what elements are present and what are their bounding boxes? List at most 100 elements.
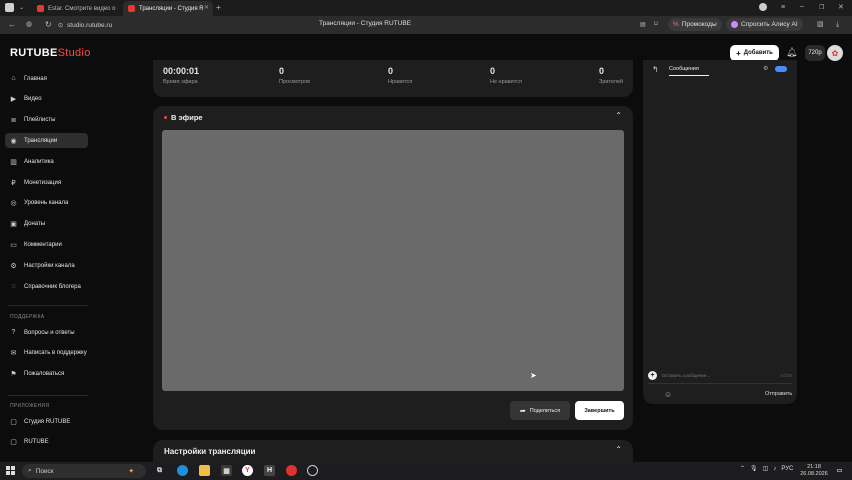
alice-button[interactable]: Спросить Алису AI bbox=[726, 18, 803, 31]
volume-icon[interactable]: ♪ bbox=[773, 466, 776, 472]
download-icon[interactable]: ⤓ bbox=[836, 20, 839, 30]
bookmark-icon[interactable]: ⌑ bbox=[654, 20, 658, 30]
edge-icon[interactable] bbox=[177, 465, 188, 476]
extension-icon[interactable] bbox=[759, 3, 767, 11]
chevron-up-icon[interactable]: ⌃ bbox=[740, 465, 745, 472]
tab-estar[interactable]: Estar. Смотрите видео о bbox=[32, 1, 120, 16]
close-tab-icon[interactable]: ✕ bbox=[204, 4, 209, 11]
support-heading: ПОДДЕРЖКА bbox=[10, 314, 45, 320]
sidebar-item-label: Студия RUTUBE bbox=[24, 418, 71, 425]
promo-button[interactable]: % Промокоды bbox=[668, 18, 722, 31]
collections-icon[interactable]: ▧ bbox=[817, 20, 824, 30]
sidebar-item-video[interactable]: ▶ Видео bbox=[5, 92, 88, 107]
url-field[interactable]: ⊙ studio.rutube.ru bbox=[58, 19, 288, 31]
sidebar-item-monetization[interactable]: ₽ Монетизация bbox=[5, 175, 88, 190]
sidebar-item-guide[interactable]: ◌ Справочник блогера bbox=[5, 279, 88, 294]
reload-icon[interactable]: ↻ bbox=[45, 20, 52, 30]
menu-icon[interactable]: ≡ bbox=[781, 3, 785, 13]
sidebar-item-label: Справочник блогера bbox=[24, 283, 81, 290]
notifications-icon[interactable]: ▭ bbox=[834, 465, 845, 476]
file-explorer-icon[interactable] bbox=[199, 465, 210, 476]
browser-address-bar: ← ◍ ↻ ⊙ studio.rutube.ru Трансляции - Ст… bbox=[0, 16, 852, 34]
obs-icon[interactable] bbox=[307, 465, 318, 476]
live-indicator-icon bbox=[164, 116, 167, 119]
mouse-cursor-icon: ➤ bbox=[530, 371, 537, 380]
sidebar-item-broadcast[interactable]: ◉ Трансляции bbox=[5, 133, 88, 149]
language-indicator[interactable]: РУС bbox=[781, 466, 793, 472]
rutube-studio-logo[interactable]: RUTUBEStudio bbox=[10, 47, 91, 59]
share-button[interactable]: ➦ Поделиться bbox=[510, 401, 570, 420]
home-button-icon[interactable]: ◍ bbox=[26, 20, 32, 30]
video-player[interactable] bbox=[162, 130, 624, 391]
chat-toggle[interactable] bbox=[775, 66, 787, 72]
clock[interactable]: 21:18 26.08.2026 bbox=[800, 464, 828, 478]
sidebar-item-mail[interactable]: ✉ Написать в поддержку bbox=[5, 346, 88, 361]
plus-icon: + bbox=[736, 48, 741, 58]
reader-icon[interactable]: ▤ bbox=[640, 20, 646, 30]
browser-profile-icon[interactable] bbox=[5, 3, 14, 12]
restore-icon[interactable]: ❐ bbox=[819, 3, 824, 13]
chat-char-count: 0/200 bbox=[780, 373, 792, 378]
sidebar-item-donate[interactable]: ▣ Донаты bbox=[5, 217, 88, 232]
chat-panel: ↰ Сообщения ⚙ + Оставить сообщение... 0/… bbox=[643, 60, 797, 404]
tab-broadcasts[interactable]: Трансляции - Студия R ✕ bbox=[123, 1, 213, 16]
send-button[interactable]: Отправить bbox=[765, 391, 792, 397]
guide-icon: ◌ bbox=[11, 283, 16, 290]
avatar[interactable]: ✿ bbox=[827, 45, 843, 61]
sidebar-item-level[interactable]: ◎ Уровень канала bbox=[5, 196, 88, 211]
video-icon: ▶ bbox=[10, 96, 17, 104]
sidebar-item-label: Написать в поддержку bbox=[24, 350, 87, 357]
analytics-icon: ▥ bbox=[10, 158, 17, 166]
tab-list-icon[interactable]: ⌄ bbox=[19, 3, 24, 13]
sidebar-item-studio-app[interactable]: ▢ Студия RUTUBE bbox=[5, 414, 88, 429]
quality-badge[interactable]: 720p bbox=[805, 45, 825, 61]
microphone-icon[interactable]: 🎙︎ bbox=[750, 465, 758, 472]
sidebar-item-home[interactable]: ⌂ Главная bbox=[5, 71, 88, 86]
camera-icon[interactable]: ◫ bbox=[763, 465, 769, 472]
h-app-icon[interactable]: H bbox=[264, 465, 275, 476]
stat-views: 0 Просмотров bbox=[279, 66, 311, 85]
windows-start-icon[interactable] bbox=[6, 466, 15, 475]
stats-panel: 00:00:01 Время эфира 0 Просмотров 0 Нрав… bbox=[153, 60, 633, 97]
chat-input-row: + Оставить сообщение... 0/200 bbox=[648, 368, 792, 384]
comments-icon: ▭ bbox=[10, 241, 17, 249]
sidebar-item-playlist[interactable]: ≣ Плейлисты bbox=[5, 113, 88, 128]
sidebar-item-analytics[interactable]: ▥ Аналитика bbox=[5, 154, 88, 169]
chevron-up-icon[interactable]: ⌃ bbox=[615, 445, 622, 454]
minimize-icon[interactable]: – bbox=[800, 2, 804, 12]
sidebar-item-comments[interactable]: ▭ Комментарии bbox=[5, 237, 88, 252]
taskbar-search[interactable]: ⌕ Поиск ✦ bbox=[22, 464, 146, 478]
sidebar-item-flag[interactable]: ⚑ Пожаловаться bbox=[5, 367, 88, 382]
sidebar-item-label: Аналитика bbox=[24, 158, 54, 165]
yandex-browser-icon[interactable]: Y bbox=[242, 465, 253, 476]
close-window-icon[interactable]: ✕ bbox=[838, 3, 844, 13]
broadcast-settings-panel[interactable]: Настройки трансляции ⌃ bbox=[153, 440, 633, 462]
store-icon[interactable]: ▦ bbox=[221, 465, 232, 476]
live-panel: В эфире ⌃ ➦ Поделиться Завершить bbox=[153, 106, 633, 430]
tab-messages[interactable]: Сообщения bbox=[669, 66, 709, 76]
windows-taskbar: ⌕ Поиск ✦ ⧉ ▦ Y H ⌃ 🎙︎ ◫ ♪ РУС 21:18 26.… bbox=[0, 462, 852, 480]
rutube-favicon bbox=[37, 5, 44, 12]
home-icon: ⌂ bbox=[11, 75, 16, 82]
chat-input[interactable]: Оставить сообщение... bbox=[662, 373, 776, 378]
app-red-icon[interactable] bbox=[286, 465, 297, 476]
studio-app-icon: ▢ bbox=[10, 418, 17, 426]
stat-dislikes: 0 Не нравится bbox=[490, 66, 522, 85]
chat-attach-icon[interactable]: + bbox=[648, 371, 657, 380]
emoji-icon[interactable]: ☺ bbox=[664, 390, 672, 399]
chevron-up-icon[interactable]: ⌃ bbox=[615, 111, 622, 120]
back-icon[interactable]: ← bbox=[8, 20, 16, 30]
sidebar-item-faq[interactable]: ? Вопросы и ответы bbox=[5, 325, 88, 340]
finish-button[interactable]: Завершить bbox=[575, 401, 624, 420]
sidebar-item-rutube-app[interactable]: ▢ RUTUBE bbox=[5, 435, 88, 450]
sidebar-item-settings[interactable]: ⚙ Настройки канала bbox=[5, 258, 88, 273]
bell-icon[interactable]: 🔔︎ bbox=[786, 47, 797, 58]
sidebar-divider bbox=[8, 395, 88, 396]
collapse-chat-icon[interactable]: ↰ bbox=[652, 65, 659, 74]
apps-heading: ПРИЛОЖЕНИЯ bbox=[10, 403, 50, 409]
chat-settings-icon[interactable]: ⚙ bbox=[763, 65, 768, 72]
sidebar-item-label: Уровень канала bbox=[24, 200, 69, 207]
add-button[interactable]: + Добавить bbox=[730, 45, 779, 61]
new-tab-icon[interactable]: + bbox=[216, 3, 221, 13]
task-view-icon[interactable]: ⧉ bbox=[154, 465, 165, 476]
